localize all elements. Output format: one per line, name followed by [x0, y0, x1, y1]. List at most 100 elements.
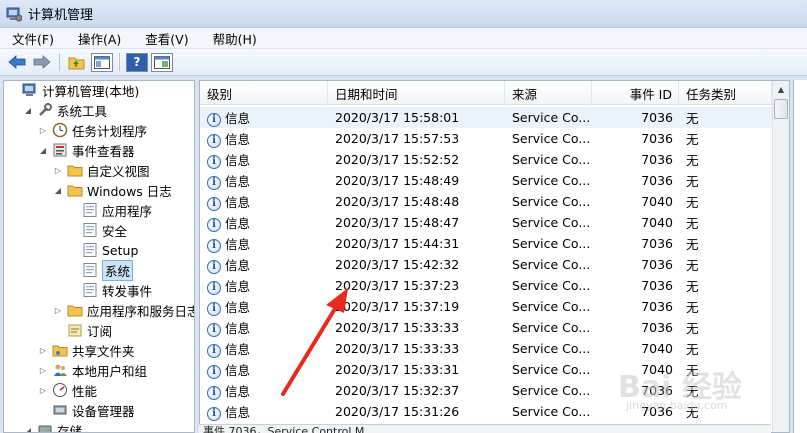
tree-item[interactable]: 安全: [68, 220, 127, 240]
toolbar-separator: [59, 53, 60, 71]
cell-event-id: 7036: [641, 320, 673, 335]
tree-item[interactable]: 设备管理器: [38, 400, 135, 420]
table-row[interactable]: i 信息 2020/3/17 15:44:31 Service Co... 7036 无: [200, 233, 772, 254]
tree-expander-icon[interactable]: ▷: [38, 385, 48, 395]
table-row[interactable]: i 信息 2020/3/17 15:33:33 Service Co... 7036 无: [200, 317, 772, 338]
table-row[interactable]: i 信息 2020/3/17 15:58:01 Service Co... 7036 无: [200, 107, 772, 128]
tree-item[interactable]: ◢ 存储: [23, 420, 83, 433]
table-row[interactable]: i 信息 2020/3/17 15:48:49 Service Co... 7036 无: [200, 170, 772, 191]
table-row[interactable]: i 信息 2020/3/17 15:57:53 Service Co... 7036 无: [200, 128, 772, 149]
cell-category: 无: [686, 111, 699, 126]
table-row[interactable]: i 信息 2020/3/17 15:48:47 Service Co... 7040 无: [200, 212, 772, 233]
cell-event-id: 7036: [641, 173, 673, 188]
column-header-datetime[interactable]: 日期和时间: [328, 81, 505, 105]
cell-level: i 信息: [200, 255, 328, 274]
cell-datetime: 2020/3/17 15:33:33: [335, 320, 460, 335]
column-header-level[interactable]: 级别: [200, 81, 328, 105]
help-icon[interactable]: ?: [126, 52, 148, 72]
tree-item[interactable]: ▷ 性能: [38, 380, 97, 400]
cell-category: 无: [686, 279, 699, 294]
cell-datetime: 2020/3/17 15:31:26: [335, 404, 460, 419]
tree-expander-icon: [68, 245, 78, 255]
menu-item[interactable]: 文件(F): [0, 29, 66, 48]
log-icon: [82, 262, 98, 278]
column-header-category[interactable]: 任务类别: [679, 81, 772, 105]
show-hide-tree-icon[interactable]: [91, 52, 113, 72]
cell-level: i 信息: [200, 297, 328, 316]
up-folder-icon[interactable]: [66, 52, 88, 72]
cell-datetime: 2020/3/17 15:52:52: [335, 152, 460, 167]
computer-icon: [22, 82, 38, 98]
tree-item[interactable]: 计算机管理(本地): [8, 81, 140, 100]
scroll-up-icon[interactable]: ▲: [773, 81, 789, 98]
event-detail-header: 事件 7036，Service Control M: [199, 424, 771, 433]
scroll-thumb[interactable]: [774, 99, 788, 119]
menu-item[interactable]: 查看(V): [133, 29, 200, 48]
info-icon: i: [207, 385, 221, 400]
tree-item[interactable]: 转发事件: [68, 280, 152, 300]
level-label: 信息: [225, 300, 251, 315]
column-header-event-id[interactable]: 事件 ID: [592, 81, 679, 105]
console-icon[interactable]: [151, 52, 173, 72]
level-label: 信息: [225, 363, 251, 378]
tree-expander-icon[interactable]: ◢: [23, 105, 33, 115]
cell-datetime: 2020/3/17 15:48:48: [335, 194, 460, 209]
tree-expander-icon[interactable]: ◢: [38, 145, 48, 155]
tree-item[interactable]: ▷ 自定义视图: [53, 160, 150, 180]
tree-expander-icon[interactable]: ◢: [53, 185, 63, 195]
tree-expander-icon[interactable]: ▷: [38, 125, 48, 135]
column-header-source[interactable]: 来源: [505, 81, 592, 105]
level-label: 信息: [225, 405, 251, 420]
level-label: 信息: [225, 258, 251, 273]
tree-item-label: 存储: [57, 423, 83, 433]
tree-expander-icon[interactable]: ◢: [23, 425, 33, 433]
tree-item-label: 系统: [102, 259, 134, 281]
info-icon: i: [207, 112, 221, 127]
tree-item[interactable]: 订阅: [53, 320, 112, 340]
tree-item[interactable]: ▷ 应用程序和服务日志: [53, 300, 194, 320]
tree-item-label: 计算机管理(本地): [42, 83, 140, 99]
menu-item[interactable]: 操作(A): [66, 29, 133, 48]
cell-category: 无: [686, 174, 699, 189]
tree-expander-icon[interactable]: ▷: [38, 365, 48, 375]
tree-item[interactable]: ◢ 事件查看器: [38, 140, 135, 160]
forward-arrow-icon[interactable]: [31, 52, 53, 72]
cell-datetime: 2020/3/17 15:37:19: [335, 299, 460, 314]
back-arrow-icon[interactable]: [6, 52, 28, 72]
tree-item[interactable]: ▷ 共享文件夹: [38, 340, 135, 360]
table-row[interactable]: i 信息 2020/3/17 15:48:48 Service Co... 7040 无: [200, 191, 772, 212]
menu-item[interactable]: 帮助(H): [201, 29, 269, 48]
table-row[interactable]: i 信息 2020/3/17 15:33:33 Service Co... 7040 无: [200, 338, 772, 359]
cell-level: i 信息: [200, 108, 328, 127]
vertical-scrollbar[interactable]: ▲: [772, 81, 789, 432]
table-row[interactable]: i 信息 2020/3/17 15:37:23 Service Co... 7036 无: [200, 275, 772, 296]
tree-expander-icon[interactable]: ▷: [38, 345, 48, 355]
cell-source: Service Co...: [512, 194, 591, 209]
folder-icon: [67, 182, 83, 198]
tree-item[interactable]: ▷ 任务计划程序: [38, 120, 147, 140]
tree-item[interactable]: 系统: [68, 259, 134, 281]
cell-level: i 信息: [200, 402, 328, 421]
subscription-icon: [67, 322, 83, 338]
toolbar: ?: [0, 49, 807, 76]
cell-datetime: 2020/3/17 15:44:31: [335, 236, 460, 251]
cell-level: i 信息: [200, 276, 328, 295]
cell-source: Service Co...: [512, 320, 591, 335]
table-row[interactable]: i 信息 2020/3/17 15:52:52 Service Co... 7036 无: [200, 149, 772, 170]
table-row[interactable]: i 信息 2020/3/17 15:42:32 Service Co... 7036 无: [200, 254, 772, 275]
info-icon: i: [207, 406, 221, 421]
tree-item[interactable]: Setup: [68, 240, 138, 260]
tree-item[interactable]: ◢ Windows 日志: [53, 180, 172, 200]
info-icon: i: [207, 343, 221, 358]
tree-expander-icon[interactable]: ▷: [53, 165, 63, 175]
tree-item[interactable]: ◢ 系统工具: [23, 100, 107, 120]
tree-item[interactable]: ▷ 本地用户和组: [38, 360, 147, 380]
log-icon: [82, 282, 98, 298]
tree-item-label: 自定义视图: [87, 163, 150, 179]
tree-expander-icon[interactable]: ▷: [53, 305, 63, 315]
shared-folder-icon: [52, 342, 68, 358]
users-icon: [52, 362, 68, 378]
table-row[interactable]: i 信息 2020/3/17 15:37:19 Service Co... 7036 无: [200, 296, 772, 317]
tree-item[interactable]: 应用程序: [68, 200, 152, 220]
info-icon: i: [207, 154, 221, 169]
